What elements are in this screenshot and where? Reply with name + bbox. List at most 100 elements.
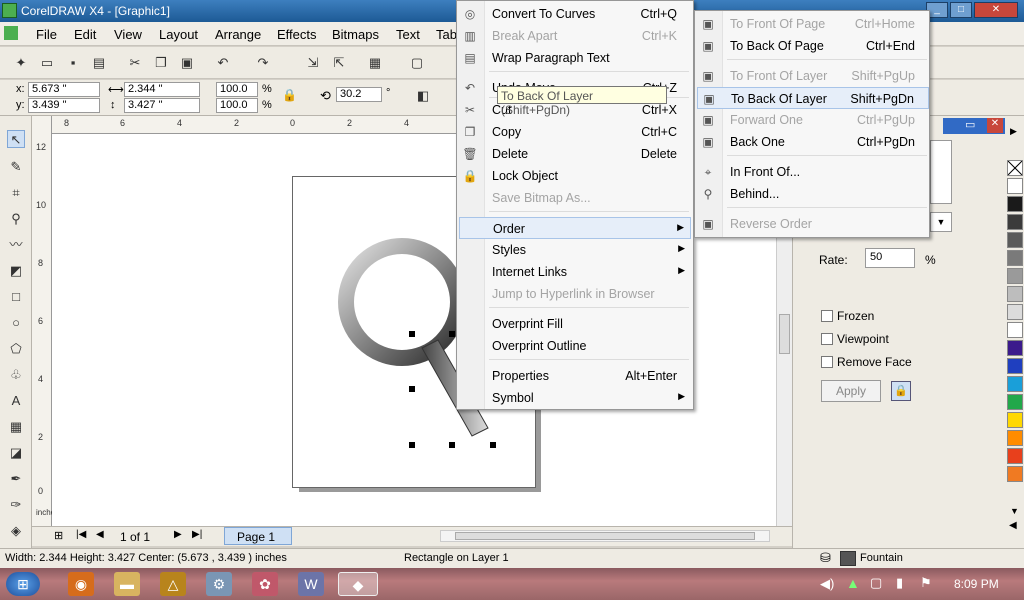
menu-item-internet-links[interactable]: Internet Links ▶ [459,261,691,283]
remove-face-checkbox[interactable] [821,356,833,368]
menu-view[interactable]: View [114,27,142,42]
add-page-icon[interactable]: ⊞ [54,529,63,542]
print-icon[interactable]: ▤ [90,54,108,72]
menu-item-save-bitmap-as[interactable]: Save Bitmap As... [459,187,691,209]
color-swatch[interactable] [1007,250,1023,266]
menu-item-behind[interactable]: ⚲ Behind... [697,183,929,205]
docker-dropdown[interactable]: ▼ [930,212,952,232]
color-swatch[interactable] [1007,322,1023,338]
menu-table[interactable]: Tab [436,27,457,42]
selection-handle[interactable] [449,442,455,448]
eyedropper-icon[interactable]: ✒ [7,470,25,488]
selection-handle[interactable] [409,442,415,448]
scale-x-input[interactable]: 100.0 [216,82,258,97]
menu-item-wrap-paragraph-text[interactable]: ▤ Wrap Paragraph Text [459,47,691,69]
menu-arrange[interactable]: Arrange [215,27,261,42]
selection-handle[interactable] [409,331,415,337]
menu-item-in-front-of[interactable]: ⌖ In Front Of... [697,161,929,183]
undo-icon[interactable]: ↶ [214,54,232,72]
clock[interactable]: 8:09 PM [954,577,999,591]
palette-scroll-up-icon[interactable]: ▶ [1010,126,1017,137]
menu-item-break-apart[interactable]: ▥ Break Apart Ctrl+K [459,25,691,47]
magnifier-ring[interactable] [338,238,466,366]
menu-item-symbol[interactable]: Symbol ▶ [459,387,691,409]
menu-item-delete[interactable]: 🗑 Delete Delete [459,143,691,165]
horizontal-scrollbar[interactable] [440,530,770,542]
new-document-icon[interactable]: ✦ [12,54,30,72]
color-swatch[interactable] [1007,196,1023,212]
menu-item-to-front-of-layer[interactable]: ▣ To Front Of Layer Shift+PgUp [697,65,929,87]
zoom-tool-icon[interactable]: ⚲ [7,210,25,228]
width-input[interactable]: 2.344 " [124,82,200,97]
menu-item-properties[interactable]: Properties Alt+Enter [459,365,691,387]
action-center-icon[interactable]: ⚑ [920,575,932,591]
menu-item-back-one[interactable]: ▣ Back One Ctrl+PgDn [697,131,929,153]
text-tool-icon[interactable]: A [7,392,25,410]
mirror-horizontal-icon[interactable]: ◧ [414,87,432,105]
color-swatch[interactable] [1007,412,1023,428]
pick-tool-icon[interactable]: ↖ [7,130,25,148]
menu-item-convert-to-curves[interactable]: ◎ Convert To Curves Ctrl+Q [459,3,691,25]
color-swatch[interactable] [1007,466,1023,482]
prev-page-icon[interactable]: ◀ [96,529,104,540]
vertical-scroll-thumb[interactable] [779,314,790,354]
color-swatch[interactable] [1007,340,1023,356]
menu-item-reverse-order[interactable]: ▣ Reverse Order [697,213,929,235]
last-page-icon[interactable]: ▶| [192,529,202,540]
color-swatch[interactable] [1007,358,1023,374]
ellipse-tool-icon[interactable]: ○ [7,314,25,332]
docker-minimize-icon[interactable]: ▭ [965,118,975,131]
horizontal-scroll-thumb[interactable] [455,532,755,540]
menu-item-to-back-of-page[interactable]: ▣ To Back Of Page Ctrl+End [697,35,929,57]
first-page-icon[interactable]: |◀ [76,529,86,540]
tray-icon[interactable]: ▢ [870,575,882,591]
selection-handle[interactable] [449,331,455,337]
menu-item-copy[interactable]: ❐ Copy Ctrl+C [459,121,691,143]
close-button[interactable]: ✕ [974,2,1018,18]
word-icon[interactable]: W [298,572,324,596]
color-swatch[interactable] [1007,214,1023,230]
menu-item-styles[interactable]: Styles ▶ [459,239,691,261]
lock-icon[interactable]: 🔒 [891,381,911,401]
table-tool-icon[interactable]: ▦ [7,418,25,436]
color-swatch[interactable] [1007,232,1023,248]
menu-item-lock-object[interactable]: 🔒 Lock Object [459,165,691,187]
lock-ratio-icon[interactable]: 🔒 [282,88,297,102]
rate-input[interactable]: 50 [865,248,915,268]
open-icon[interactable]: ▭ [38,54,56,72]
crop-tool-icon[interactable]: ⌗ [7,184,25,202]
rotation-angle-input[interactable]: 30.2 [336,87,382,102]
save-icon[interactable]: ▪ [64,54,82,72]
color-swatch[interactable] [1007,376,1023,392]
rectangle-tool-icon[interactable]: □ [7,288,25,306]
selection-handle[interactable] [409,386,415,392]
frozen-checkbox[interactable] [821,310,833,322]
basic-shapes-icon[interactable]: ♧ [7,366,25,384]
battery-icon[interactable]: ▮ [896,575,903,591]
docker-close-icon[interactable]: ✕ [987,118,1003,133]
y-position-input[interactable]: 3.439 " [28,98,100,113]
menu-edit[interactable]: Edit [74,27,96,42]
polygon-tool-icon[interactable]: ⬠ [7,340,25,358]
palette-scroll-down-icon[interactable]: ▼ [1010,506,1019,516]
coreldraw-taskbar-icon[interactable]: ◆ [338,572,378,596]
outline-tool-icon[interactable]: ✑ [7,496,25,514]
palette-expand-icon[interactable]: ◀ [1009,520,1017,531]
menu-item-jump-to-hyperlink[interactable]: Jump to Hyperlink in Browser [459,283,691,305]
viewpoint-checkbox[interactable] [821,333,833,345]
menu-item-overprint-fill[interactable]: Overprint Fill [459,313,691,335]
shape-tool-icon[interactable]: ✎ [7,158,25,176]
welcome-screen-icon[interactable]: ▢ [408,54,426,72]
copy-icon[interactable]: ❐ [152,54,170,72]
explorer-icon[interactable]: ▬ [114,572,140,596]
redo-icon[interactable]: ↷ [254,54,272,72]
color-swatch[interactable] [1007,304,1023,320]
menu-effects[interactable]: Effects [277,27,317,42]
color-swatch[interactable] [1007,178,1023,194]
menu-bitmaps[interactable]: Bitmaps [332,27,379,42]
freehand-tool-icon[interactable]: 〰 [7,236,25,254]
start-button-icon[interactable]: ⊞ [6,572,40,596]
volume-icon[interactable]: ◀) [820,576,834,592]
apply-button[interactable]: Apply [821,380,881,402]
menu-item-forward-one[interactable]: ▣ Forward One Ctrl+PgUp [697,109,929,131]
